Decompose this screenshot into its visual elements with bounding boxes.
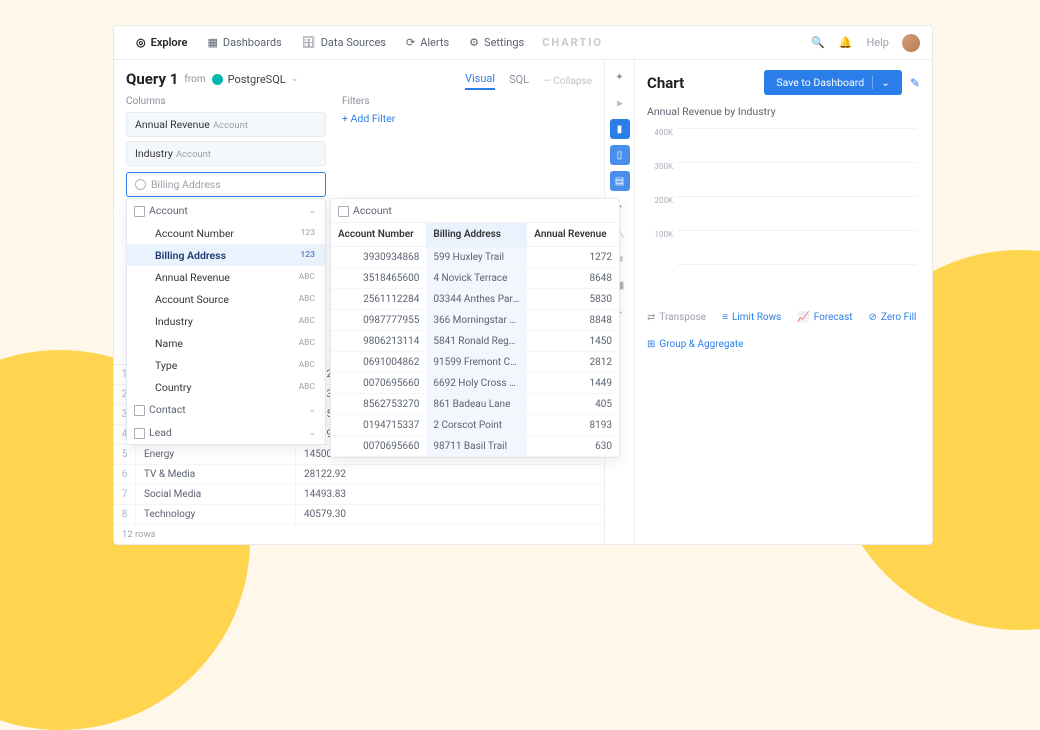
result-row[interactable]: 6TV & Media28122.92 xyxy=(114,465,604,485)
column-pill[interactable]: Annual RevenueAccount xyxy=(126,112,326,137)
schema-field[interactable]: Account Number123 xyxy=(127,222,325,244)
filters-label: Filters xyxy=(342,96,592,107)
schema-group[interactable]: Contact⌄ xyxy=(127,398,325,421)
preview-row[interactable]: 069100486291599 Fremont Court2812 xyxy=(331,352,619,373)
schema-field[interactable]: NameABC xyxy=(127,332,325,354)
result-row[interactable]: 7Social Media14493.83 xyxy=(114,485,604,505)
schema-group[interactable]: Account⌄ xyxy=(127,199,325,222)
add-filter-button[interactable]: + Add Filter xyxy=(342,112,592,125)
columns-label: Columns xyxy=(126,96,326,107)
help-link[interactable]: Help xyxy=(859,36,896,49)
column-pill[interactable]: IndustryAccount xyxy=(126,141,326,166)
schema-field[interactable]: Billing Address123 xyxy=(127,244,325,266)
preview-row[interactable]: 98062131145841 Ronald Regan…1450 xyxy=(331,331,619,352)
chart-canvas: 400K300K200K100K xyxy=(647,128,920,278)
preview-header[interactable]: Billing Address xyxy=(426,223,527,247)
schema-field[interactable]: Account SourceABC xyxy=(127,288,325,310)
preview-header[interactable]: Account Number xyxy=(331,223,426,247)
schema-popup: Account⌄Account Number123Billing Address… xyxy=(126,198,326,445)
nav-settings[interactable]: ⚙ Settings xyxy=(459,36,534,49)
chart-type-hbar-icon[interactable]: ▤ xyxy=(610,171,630,191)
top-nav: ◎ Explore ▦ Dashboards 🗄 Data Sources ⟳ … xyxy=(114,26,932,60)
result-row[interactable]: 8Technology40579.30 xyxy=(114,505,604,525)
tab-sql[interactable]: SQL xyxy=(509,73,529,89)
action-limit-rows[interactable]: ≡ Limit Rows xyxy=(722,312,781,323)
avatar[interactable] xyxy=(902,34,920,52)
save-to-dashboard-button[interactable]: Save to Dashboard⌄ xyxy=(764,70,902,95)
data-preview-popup: Account Account NumberBilling AddressAnn… xyxy=(330,198,620,458)
nav-data-sources[interactable]: 🗄 Data Sources xyxy=(292,36,396,49)
schema-field[interactable]: TypeABC xyxy=(127,354,325,376)
query-pane: Query 1 from PostgreSQL ⌄ Visual SQL — C… xyxy=(114,60,604,544)
chart-type-column-icon[interactable]: ▯ xyxy=(610,145,630,165)
chart-type-stacked-bar-icon[interactable]: ▮ xyxy=(610,119,630,139)
preview-header[interactable]: Annual Revenue xyxy=(527,223,619,247)
preview-title: Account xyxy=(331,199,619,223)
collapse-toggle[interactable]: — Collapse xyxy=(543,76,592,87)
schema-field[interactable]: Annual RevenueABC xyxy=(127,266,325,288)
chart-actions: ⇄ Transpose ≡ Limit Rows 📈 Forecast ⊘ Ze… xyxy=(647,312,920,350)
preview-row[interactable]: 3930934868599 Huxley Trail1272 xyxy=(331,247,619,268)
app-window: ◎ Explore ▦ Dashboards 🗄 Data Sources ⟳ … xyxy=(113,25,933,545)
action-zero-fill[interactable]: ⊘ Zero Fill xyxy=(869,312,917,323)
edit-icon[interactable]: ✎ xyxy=(910,76,920,90)
preview-row[interactable]: 00706956606692 Holy Cross Co…1449 xyxy=(331,373,619,394)
results-footer: 12 rows xyxy=(114,525,604,544)
schema-group[interactable]: Lead⌄ xyxy=(127,421,325,444)
tab-visual[interactable]: Visual xyxy=(465,72,495,90)
action-transpose[interactable]: ⇄ Transpose xyxy=(647,312,706,323)
action-group-aggregate[interactable]: ⊞ Group & Aggregate xyxy=(647,339,744,350)
preview-row[interactable]: 256111228403344 Anthes Park…5830 xyxy=(331,289,619,310)
chart-type-bar-icon[interactable]: ⫸ xyxy=(610,93,630,113)
query-title: Query 1 xyxy=(126,70,178,88)
schema-field[interactable]: CountryABC xyxy=(127,376,325,398)
brand-logo: CHARTIO xyxy=(542,36,603,49)
preview-row[interactable]: 0987777955366 Morningstar Hill8848 xyxy=(331,310,619,331)
nav-alerts[interactable]: ⟳ Alerts xyxy=(396,36,459,49)
column-search-input[interactable]: Billing Address xyxy=(126,172,326,197)
nav-explore[interactable]: ◎ Explore xyxy=(126,36,197,49)
chart-subtitle: Annual Revenue by Industry xyxy=(647,105,920,118)
db-selector[interactable]: PostgreSQL ⌄ xyxy=(212,73,299,86)
nav-dashboards[interactable]: ▦ Dashboards xyxy=(197,36,291,49)
schema-field[interactable]: IndustryABC xyxy=(127,310,325,332)
preview-row[interactable]: 01947153372 Corscot Point8193 xyxy=(331,415,619,436)
from-label: from xyxy=(184,74,205,85)
preview-row[interactable]: 007069566098711 Basil Trail630 xyxy=(331,436,619,457)
action-forecast[interactable]: 📈 Forecast xyxy=(797,312,852,323)
search-icon[interactable]: 🔍 xyxy=(804,36,832,49)
chart-title: Chart xyxy=(647,74,684,92)
preview-row[interactable]: 35184656004 Novick Terrace8648 xyxy=(331,268,619,289)
chart-type-sparkle-icon[interactable]: ✦ xyxy=(610,67,630,87)
preview-row[interactable]: 8562753270861 Badeau Lane405 xyxy=(331,394,619,415)
bell-icon[interactable]: 🔔 xyxy=(832,36,860,49)
